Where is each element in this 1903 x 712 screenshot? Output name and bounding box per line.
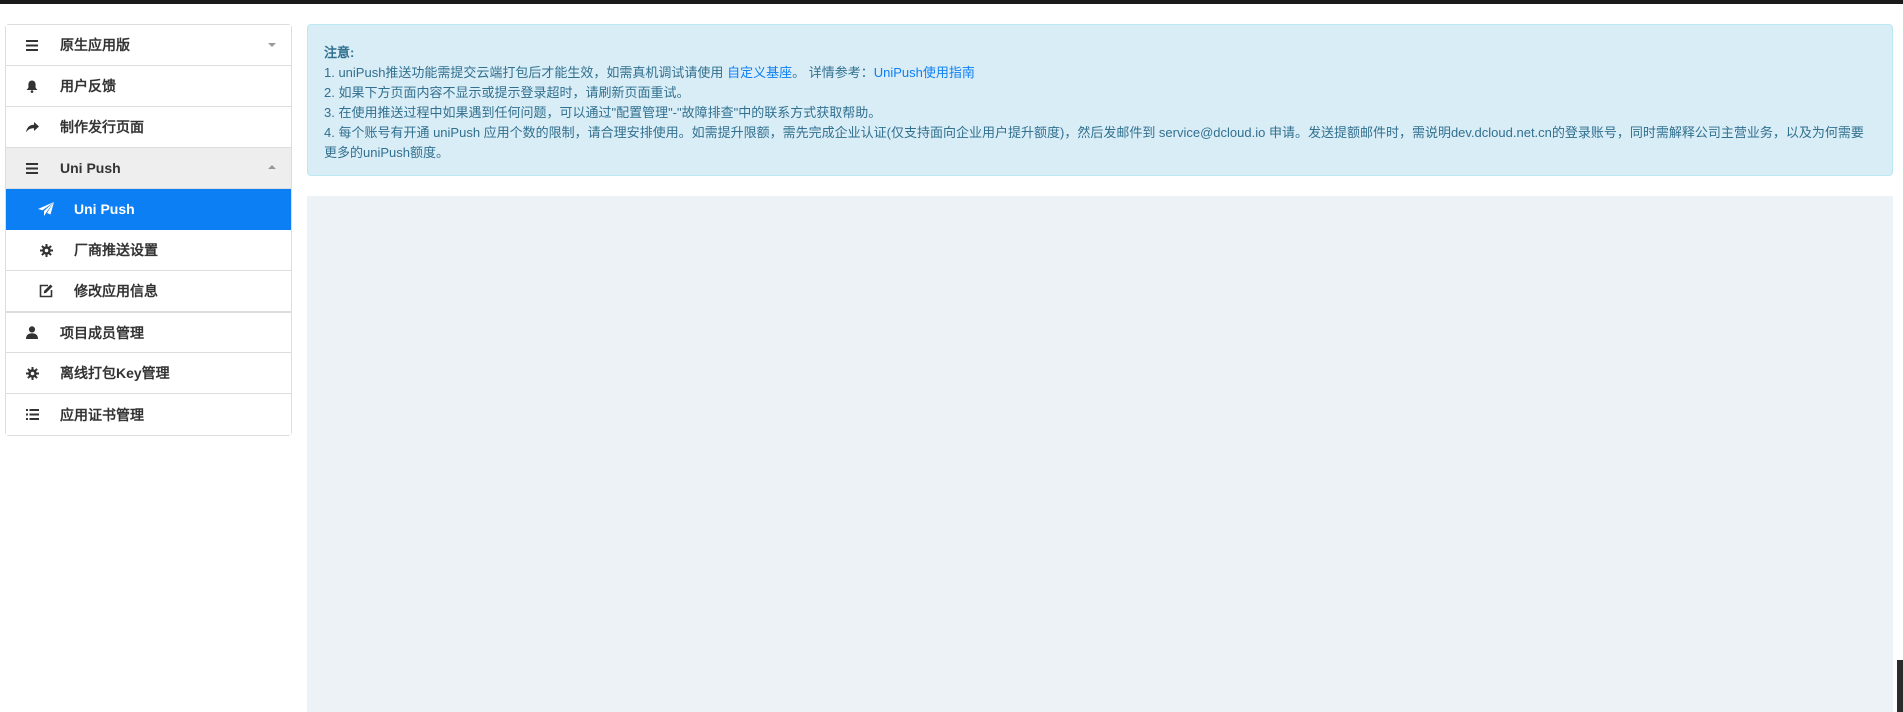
sidebar-item-offline-key[interactable]: 离线打包Key管理 <box>6 353 291 394</box>
list-icon <box>22 35 42 55</box>
sidebar-item-uni-push[interactable]: Uni Push <box>6 148 291 189</box>
gear-icon <box>36 240 56 260</box>
unipush-guide-link[interactable]: UniPush使用指南 <box>874 65 975 80</box>
top-border <box>0 0 1903 4</box>
sidebar-item-user-feedback[interactable]: 用户反馈 <box>6 66 291 107</box>
user-icon <box>22 323 42 343</box>
sidebar-item-label: 用户反馈 <box>60 78 116 94</box>
content-panel <box>307 196 1893 712</box>
sidebar-item-release-page[interactable]: 制作发行页面 <box>6 107 291 148</box>
sidebar-nav: 原生应用版 用户反馈 制作发行页面 Uni Push Uni Push 厂商推送… <box>5 24 292 436</box>
sidebar-item-native-app[interactable]: 原生应用版 <box>6 25 291 66</box>
sidebar-item-certificates[interactable]: 应用证书管理 <box>6 394 291 435</box>
sidebar-item-label: Uni Push <box>60 160 121 176</box>
sidebar-subitem-vendor-push-settings[interactable]: 厂商推送设置 <box>6 230 291 271</box>
notice-line-1-text: 1. uniPush推送功能需提交云端打包后才能生效，如需真机调试请使用 <box>324 65 724 80</box>
notice-line-1-mid: 。 详情参考： <box>792 65 874 80</box>
sidebar-item-label: 离线打包Key管理 <box>60 365 170 381</box>
sidebar-item-member-management[interactable]: 项目成员管理 <box>6 312 291 353</box>
notice-title: 注意: <box>324 45 355 60</box>
bulleted-list-icon <box>22 405 42 425</box>
sidebar-item-label: 修改应用信息 <box>74 283 158 299</box>
sidebar-item-label: 应用证书管理 <box>60 406 144 423</box>
bell-icon <box>22 76 42 96</box>
share-arrow-icon <box>22 117 42 137</box>
notice-line-2: 2. 如果下方页面内容不显示或提示登录超时，请刷新页面重试。 <box>324 85 690 100</box>
edit-icon <box>36 281 56 301</box>
sidebar-item-label: 项目成员管理 <box>60 324 144 341</box>
notice-line-3: 3. 在使用推送过程中如果遇到任何问题，可以通过"配置管理"-"故障排查"中的联… <box>324 105 882 120</box>
gear-icon <box>22 363 42 383</box>
list-icon <box>22 158 42 178</box>
notice-line-1: 1. uniPush推送功能需提交云端打包后才能生效，如需真机调试请使用 自定义… <box>324 63 1876 83</box>
custom-base-link[interactable]: 自定义基座 <box>727 65 792 80</box>
sidebar-subitem-uni-push[interactable]: Uni Push <box>6 189 291 230</box>
sidebar-item-label: Uni Push <box>74 201 135 217</box>
sidebar-item-label: 原生应用版 <box>60 37 130 53</box>
send-icon <box>36 199 56 219</box>
sidebar-subitem-edit-app-info[interactable]: 修改应用信息 <box>6 271 291 312</box>
scrollbar[interactable] <box>1897 660 1903 712</box>
sidebar-item-label: 厂商推送设置 <box>74 242 158 258</box>
chevron-up-icon <box>268 165 276 169</box>
notice-line-4: 4. 每个账号有开通 uniPush 应用个数的限制，请合理安排使用。如需提升限… <box>324 125 1864 160</box>
notice-alert: 注意: 1. uniPush推送功能需提交云端打包后才能生效，如需真机调试请使用… <box>307 24 1893 176</box>
sidebar-item-label: 制作发行页面 <box>60 119 144 135</box>
chevron-down-icon <box>268 43 276 47</box>
